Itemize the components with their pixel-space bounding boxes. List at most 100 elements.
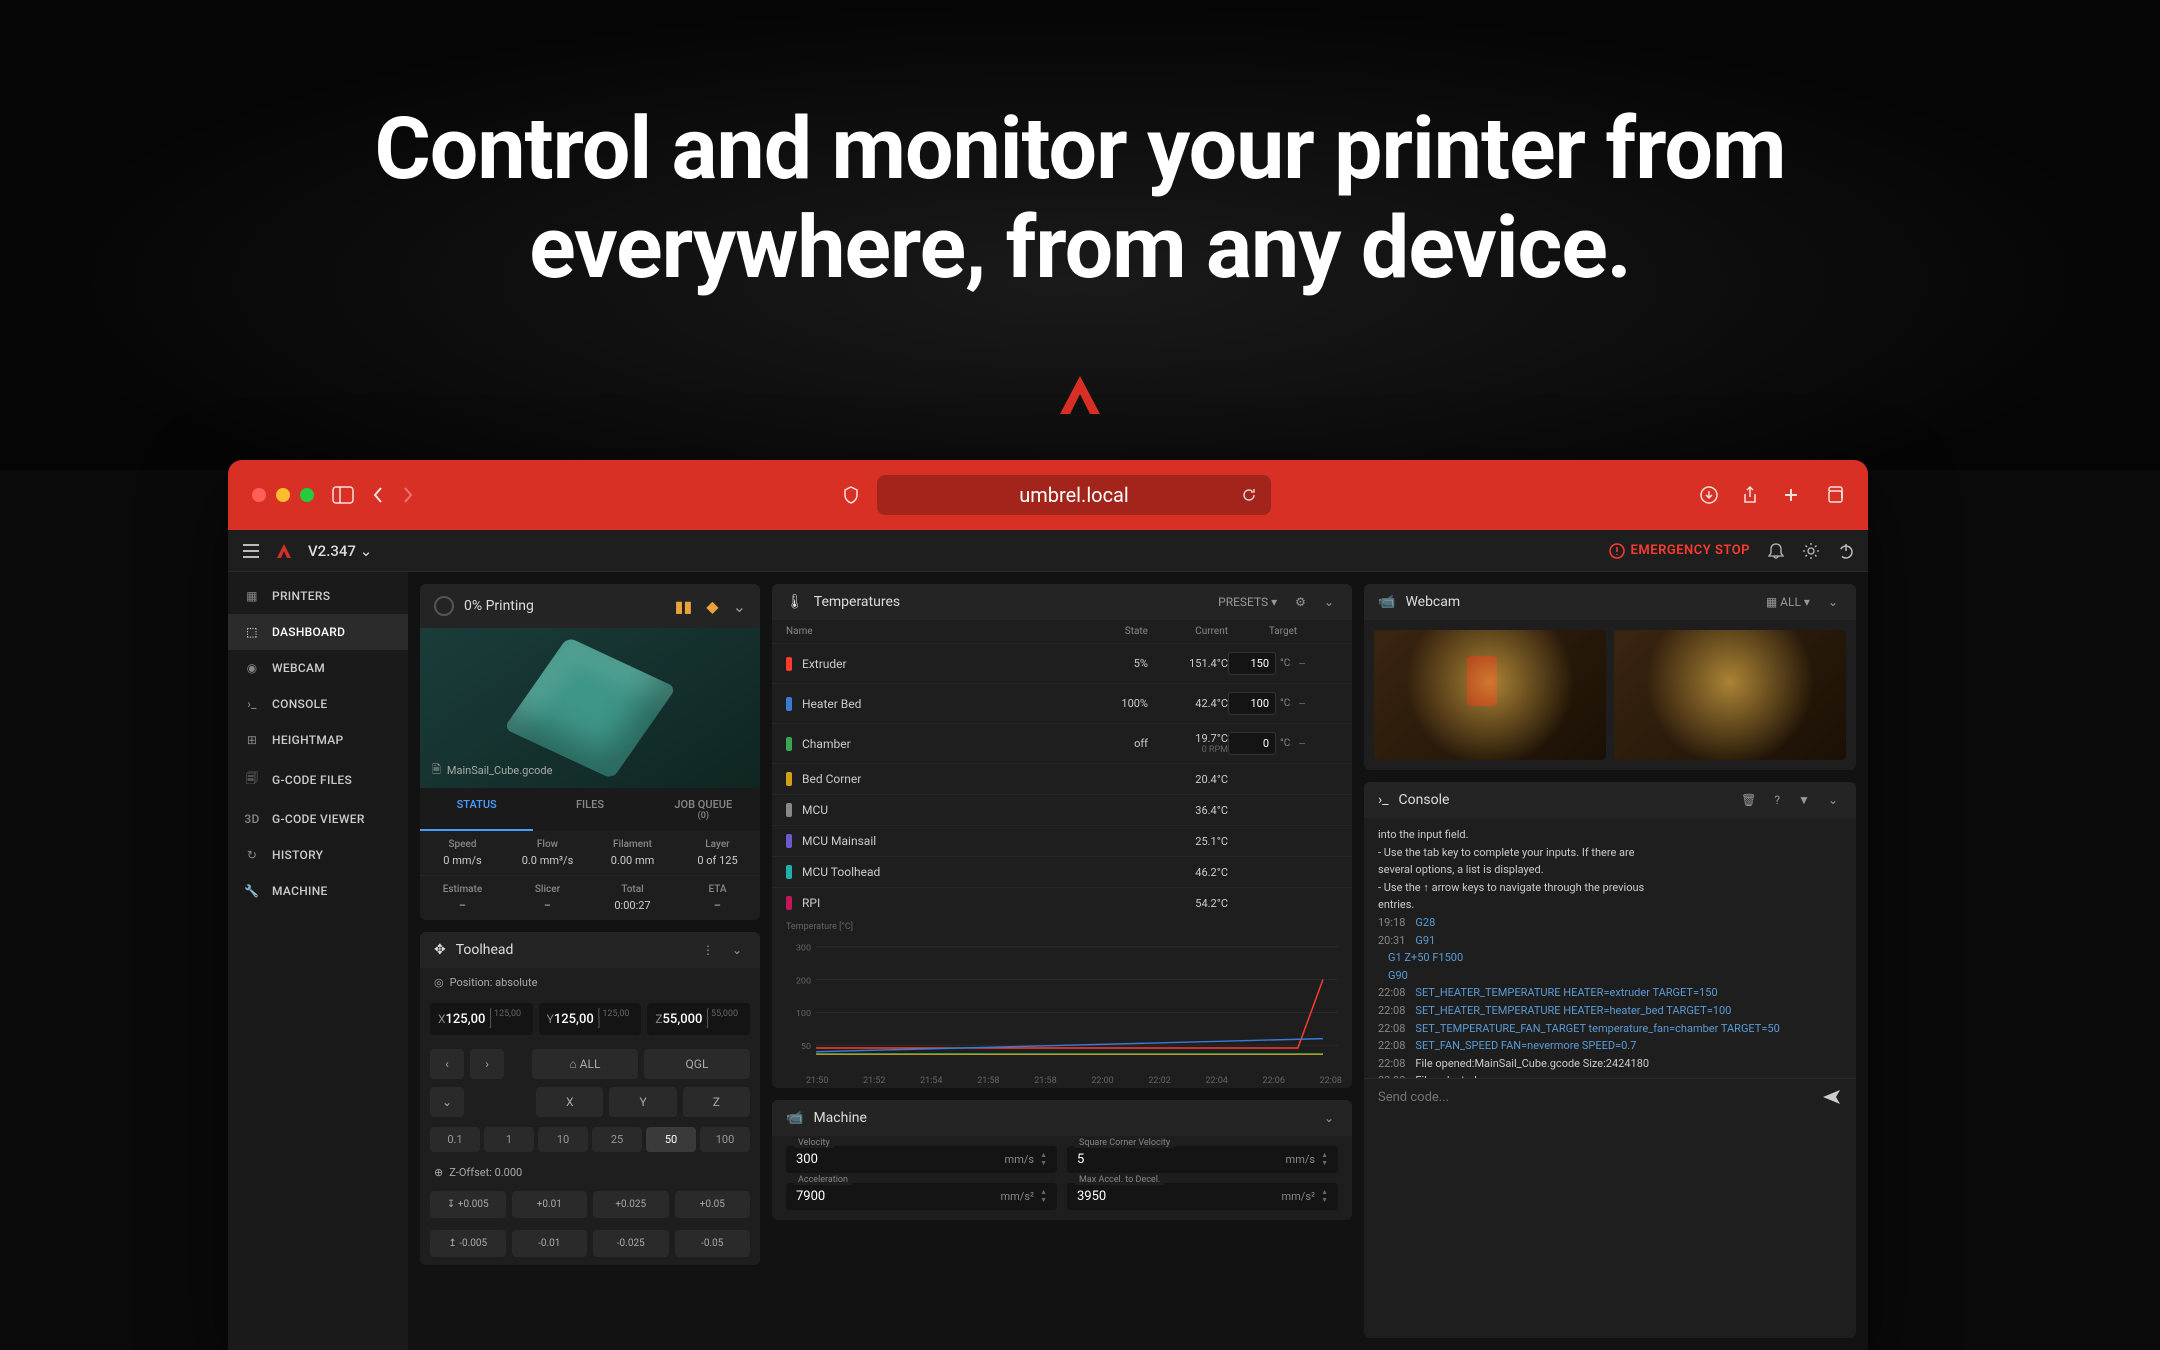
- sidebar-item-g-code-viewer[interactable]: 3DG-CODE VIEWER: [228, 801, 408, 837]
- move-left-button[interactable]: ‹: [430, 1049, 464, 1079]
- chevron-down-icon: ⌄: [360, 542, 373, 560]
- home-x-button[interactable]: X: [536, 1087, 603, 1117]
- webcam-feed-1[interactable]: [1374, 630, 1606, 760]
- webcam-feed-2[interactable]: [1614, 630, 1846, 760]
- tab-files[interactable]: FILES: [533, 788, 646, 831]
- home-all-button[interactable]: ⌂ ALL: [532, 1049, 638, 1079]
- emergency-stop-button[interactable]: EMERGENCY STOP: [1609, 543, 1750, 559]
- sidebar-item-webcam[interactable]: ◉WEBCAM: [228, 650, 408, 686]
- sidebar-item-dashboard[interactable]: ⬚DASHBOARD: [228, 614, 408, 650]
- zoffset-btn[interactable]: ↧ +0.005: [430, 1191, 506, 1218]
- decrement-icon[interactable]: ▼: [1040, 1197, 1047, 1204]
- move-right-button[interactable]: ›: [470, 1049, 504, 1079]
- chevron-down-icon[interactable]: ⌄: [1824, 595, 1842, 609]
- chevron-down-icon[interactable]: ⌄: [1320, 595, 1338, 609]
- step-50[interactable]: 50: [646, 1127, 696, 1152]
- sidebar-item-history[interactable]: ↻HISTORY: [228, 837, 408, 873]
- sidebar-item-heightmap[interactable]: ⊞HEIGHTMAP: [228, 722, 408, 758]
- webcam-title: Webcam: [1405, 594, 1751, 610]
- home-y-button[interactable]: Y: [609, 1087, 676, 1117]
- svg-text:50: 50: [801, 1042, 811, 1052]
- zoffset-btn[interactable]: +0.025: [593, 1191, 669, 1218]
- console-panel: ›_ Console 🗑 ? ▼ ⌄ into the input field.…: [1364, 782, 1856, 1338]
- chevron-down-icon[interactable]: ⌄: [1824, 793, 1842, 807]
- forward-button-icon[interactable]: [402, 486, 414, 504]
- step-1[interactable]: 1: [484, 1127, 534, 1152]
- machine-square-corner-velocity[interactable]: Square Corner Velocity5mm/s▲▼: [1067, 1146, 1338, 1173]
- app-topbar: V2.347 ⌄ EMERGENCY STOP: [228, 530, 1868, 572]
- tab-job-queue[interactable]: JOB QUEUE(0): [647, 788, 760, 831]
- increment-icon[interactable]: ▲: [1040, 1152, 1047, 1159]
- help-icon[interactable]: ?: [1770, 793, 1784, 807]
- privacy-icon[interactable]: [843, 486, 859, 504]
- tabs-icon[interactable]: [1824, 485, 1844, 505]
- version-label[interactable]: V2.347 ⌄: [308, 542, 372, 560]
- stat-filament: Filament0.00 mm: [590, 831, 675, 875]
- zoffset-btn[interactable]: +0.01: [512, 1191, 588, 1218]
- step-10[interactable]: 10: [538, 1127, 588, 1152]
- close-window-icon[interactable]: [252, 488, 266, 502]
- home-z-button[interactable]: Z: [683, 1087, 750, 1117]
- decrement-icon[interactable]: ▼: [1321, 1160, 1328, 1167]
- chevron-down-icon[interactable]: ⌄: [733, 597, 746, 616]
- temperatures-title: Temperatures: [814, 594, 1204, 610]
- qgl-button[interactable]: QGL: [644, 1049, 750, 1079]
- step-0.1[interactable]: 0.1: [430, 1127, 480, 1152]
- settings-icon[interactable]: [1802, 542, 1820, 560]
- webcam-all-dropdown[interactable]: ▦ ALL ▾: [1762, 595, 1814, 609]
- maximize-window-icon[interactable]: [300, 488, 314, 502]
- power-icon[interactable]: [1838, 543, 1854, 559]
- step-25[interactable]: 25: [592, 1127, 642, 1152]
- temp-row-heater-bed: Heater Bed100%42.4°C°C–: [772, 683, 1352, 723]
- presets-dropdown[interactable]: PRESETS ▾: [1214, 595, 1281, 609]
- send-icon[interactable]: [1822, 1089, 1842, 1105]
- stop-icon[interactable]: ◆: [706, 597, 718, 616]
- chevron-down-icon[interactable]: ⌄: [728, 943, 746, 957]
- coord-x[interactable]: X125,00[ 125,00 ]: [430, 1003, 533, 1035]
- coord-z[interactable]: Z55,000[ 55,000 ]: [647, 1003, 750, 1035]
- share-icon[interactable]: [1742, 485, 1758, 505]
- target-input[interactable]: [1228, 732, 1276, 755]
- sidebar-item-machine[interactable]: 🔧MACHINE: [228, 873, 408, 909]
- sidebar-item-printers[interactable]: ▦PRINTERS: [228, 578, 408, 614]
- machine-velocity[interactable]: Velocity300mm/s▲▼: [786, 1146, 1057, 1173]
- minimize-window-icon[interactable]: [276, 488, 290, 502]
- menu-icon[interactable]: [242, 544, 260, 558]
- tab-status[interactable]: STATUS: [420, 788, 533, 831]
- notifications-icon[interactable]: [1768, 542, 1784, 560]
- zoffset-btn[interactable]: -0.01: [512, 1230, 588, 1257]
- zoffset-btn[interactable]: -0.05: [675, 1230, 751, 1257]
- zoffset-btn[interactable]: +0.05: [675, 1191, 751, 1218]
- filter-icon[interactable]: ▼: [1794, 793, 1814, 807]
- decrement-icon[interactable]: ▼: [1040, 1160, 1047, 1167]
- sidebar-item-console[interactable]: ›_CONSOLE: [228, 686, 408, 722]
- refresh-icon[interactable]: [1241, 487, 1257, 503]
- back-button-icon[interactable]: [372, 486, 384, 504]
- target-input[interactable]: [1228, 692, 1276, 715]
- increment-icon[interactable]: ▲: [1040, 1189, 1047, 1196]
- target-input[interactable]: [1228, 652, 1276, 675]
- trash-icon[interactable]: 🗑: [1737, 793, 1760, 807]
- new-tab-icon[interactable]: [1782, 485, 1800, 505]
- decrement-icon[interactable]: ▼: [1321, 1197, 1328, 1204]
- console-line: 19:18G28: [1378, 914, 1842, 932]
- sidebar-item-g-code-files[interactable]: 🗐G-CODE FILES: [228, 758, 408, 801]
- console-input[interactable]: [1378, 1090, 1822, 1105]
- increment-icon[interactable]: ▲: [1321, 1152, 1328, 1159]
- step-100[interactable]: 100: [700, 1127, 750, 1152]
- chevron-down-icon[interactable]: ⌄: [1320, 1111, 1338, 1125]
- machine-acceleration[interactable]: Acceleration7900mm/s²▲▼: [786, 1183, 1057, 1210]
- pause-icon[interactable]: ▮▮: [675, 597, 693, 616]
- gear-icon[interactable]: ⚙: [1291, 595, 1310, 609]
- zoffset-btn[interactable]: -0.025: [593, 1230, 669, 1257]
- download-icon[interactable]: [1700, 485, 1718, 505]
- machine-max-accel-to-decel-[interactable]: Max Accel. to Decel.3950mm/s²▲▼: [1067, 1183, 1338, 1210]
- more-icon[interactable]: ⋮: [698, 943, 718, 957]
- increment-icon[interactable]: ▲: [1321, 1189, 1328, 1196]
- coord-y[interactable]: Y125,00[ 125,00 ]: [539, 1003, 642, 1035]
- sidebar-toggle-icon[interactable]: [332, 486, 354, 504]
- crosshair-icon: ⊕: [434, 1166, 443, 1179]
- move-down-button[interactable]: ⌄: [430, 1087, 464, 1117]
- url-bar[interactable]: umbrel.local: [877, 475, 1270, 515]
- zoffset-btn[interactable]: ↥ -0.005: [430, 1230, 506, 1257]
